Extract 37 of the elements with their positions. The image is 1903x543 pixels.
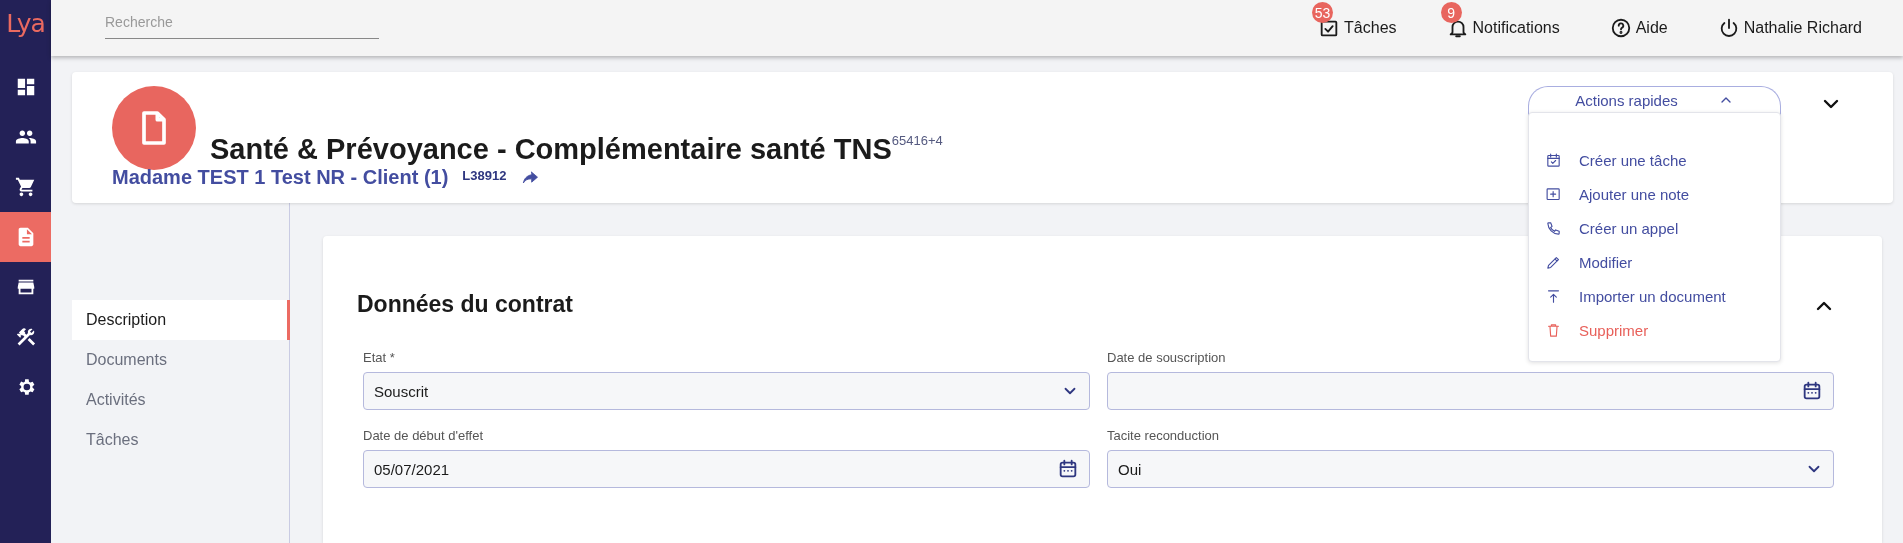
reference-code: L38912 <box>462 168 507 183</box>
field-label: Date de souscription <box>1107 350 1226 365</box>
count-badge: 53 <box>1312 2 1334 23</box>
add-note-icon <box>1545 185 1562 203</box>
client-link[interactable]: Madame TEST 1 Test NR - Client (1) <box>112 166 449 189</box>
section-title: Données du contrat <box>357 291 573 318</box>
field-label: Etat * <box>363 350 395 365</box>
nav-tab[interactable]: Documents <box>72 340 290 380</box>
calendar-icon <box>1057 458 1079 480</box>
topbar-link[interactable]: Aide <box>1609 17 1668 39</box>
search-field[interactable]: Recherche <box>105 7 379 39</box>
app-logo[interactable]: Lya <box>0 0 51 46</box>
nav-tab[interactable]: Tâches <box>72 420 290 460</box>
menu-item[interactable]: Ajouter une note <box>1529 177 1780 211</box>
date-field[interactable]: 05/07/2021 <box>363 450 1090 488</box>
calendar-icon <box>1801 380 1823 402</box>
calendar-check-icon <box>1545 151 1562 169</box>
contract-title: Santé & Prévoyance - Complémentaire santé TNS$^{65416+4}$ <box>210 133 943 166</box>
menu-item[interactable]: Créer une tâche <box>1529 143 1780 177</box>
menu-item[interactable]: Modifier <box>1529 245 1780 279</box>
count-badge: 9 <box>1440 2 1462 23</box>
menu-item[interactable]: Importer un document <box>1529 279 1780 313</box>
menu-item[interactable]: Créer un appel <box>1529 211 1780 245</box>
help-icon <box>1609 17 1632 39</box>
date-field[interactable] <box>1107 372 1834 410</box>
trash-icon <box>1545 321 1562 339</box>
select-field[interactable]: Oui <box>1107 450 1834 488</box>
cart-icon <box>14 176 37 198</box>
nav-tab[interactable]: Activités <box>72 380 290 420</box>
phone-icon <box>1545 219 1562 237</box>
topbar-link[interactable]: Nathalie Richard <box>1717 17 1862 39</box>
field-label: Date de début d'effet <box>363 428 484 443</box>
nav-tab[interactable]: Description <box>72 300 290 340</box>
field-label: Tacite reconduction <box>1107 428 1219 443</box>
select-field[interactable]: Souscrit <box>363 372 1090 410</box>
upload-icon <box>1545 287 1562 305</box>
tools-icon <box>14 326 37 348</box>
